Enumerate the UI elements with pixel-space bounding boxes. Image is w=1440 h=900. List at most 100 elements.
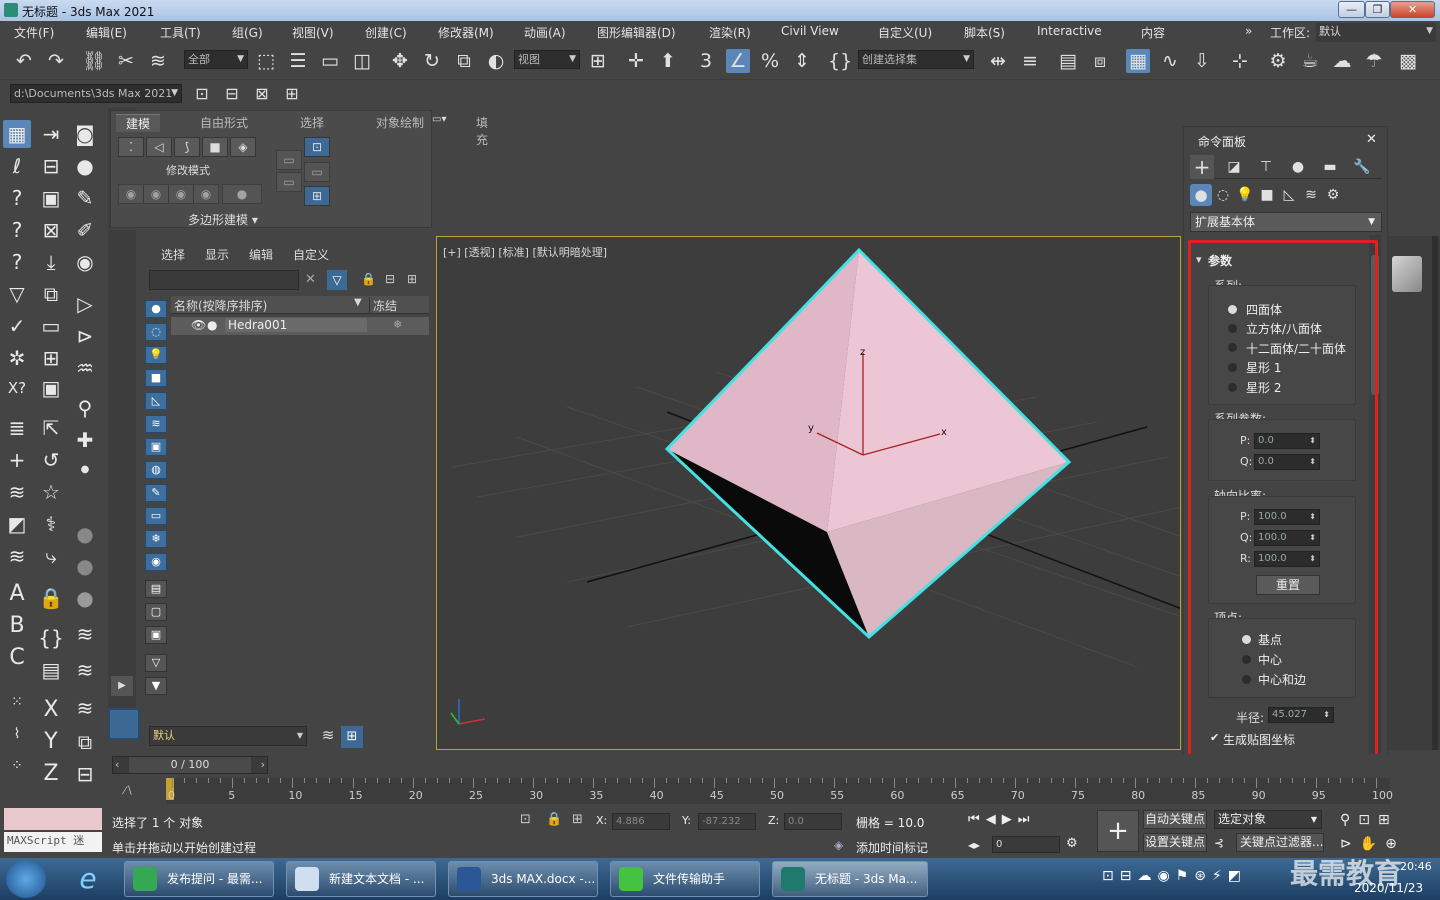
task-item-notepad[interactable]: 新建文本文档 - ...: [286, 861, 436, 897]
isolate-icon[interactable]: ⊡: [520, 812, 531, 827]
funnel-icon[interactable]: ▽: [3, 280, 31, 308]
sort-desc-icon[interactable]: ▼: [354, 297, 362, 308]
filter-geometry-icon[interactable]: ●: [145, 300, 167, 318]
viewport-scrollbar[interactable]: [1432, 236, 1438, 750]
edit-poly-c-icon[interactable]: ⊡: [304, 137, 330, 157]
menu-modifiers[interactable]: 修改器(M): [438, 24, 494, 41]
star-icon[interactable]: ☆: [37, 478, 65, 506]
z-coord-field[interactable]: 0.0: [784, 813, 842, 830]
edit-named-sets-icon[interactable]: {}: [828, 49, 852, 73]
modify-tab-icon[interactable]: ◪: [1222, 155, 1246, 179]
set-project-icon[interactable]: ⊟: [220, 82, 244, 106]
family-option-star2[interactable]: 星形 2: [1246, 379, 1281, 396]
stack-layers-icon[interactable]: ≋: [3, 542, 31, 570]
project-folder-icon[interactable]: ⊡: [190, 82, 214, 106]
layer-sort-icon[interactable]: ⊞: [407, 272, 417, 286]
motion-tab-icon[interactable]: ●: [1286, 155, 1310, 179]
layer-copy-icon[interactable]: ⧉: [71, 728, 99, 756]
filter-funnel-a-icon[interactable]: ▽: [145, 654, 167, 672]
family-radio-dodec-icos[interactable]: [1228, 343, 1237, 352]
layer-stack-icon[interactable]: ⊠: [37, 216, 65, 244]
ref-coord-dropdown[interactable]: 视图 ▼: [514, 50, 580, 69]
rect-selection-icon[interactable]: ▭: [318, 49, 342, 73]
braces-icon[interactable]: {}: [37, 624, 65, 652]
loop-icon[interactable]: ↺: [37, 446, 65, 474]
viewcube[interactable]: [1392, 256, 1422, 292]
maxscript-input[interactable]: MAXScript 迷: [4, 832, 102, 852]
project-browse-icon[interactable]: ⊠: [250, 82, 274, 106]
family-option-tetra[interactable]: 四面体: [1246, 301, 1282, 318]
task-item-word[interactable]: 3ds MAX.docx -...: [448, 861, 598, 897]
task-item-wechat[interactable]: 文件传输助手: [610, 861, 760, 897]
filter-frozen-icon[interactable]: ❄: [145, 530, 167, 548]
text-a-icon[interactable]: A: [3, 580, 31, 608]
vertex-mode-icon[interactable]: ⁚: [118, 137, 144, 157]
menu-overflow-icon[interactable]: »: [1245, 24, 1252, 38]
family-radio-star1[interactable]: [1228, 363, 1237, 372]
dots-a-icon[interactable]: ⁙: [3, 688, 31, 716]
plus-icon[interactable]: ✚: [71, 426, 99, 454]
set-key-button[interactable]: 设置关键点: [1143, 833, 1207, 852]
border-mode-icon[interactable]: ⟆: [174, 137, 200, 157]
placement-icon[interactable]: ◐: [484, 49, 508, 73]
time-slider-thumb[interactable]: 0 / 100: [129, 757, 251, 773]
vertex-radio-center[interactable]: [1242, 655, 1251, 664]
ribbon-tab-populate[interactable]: 填充: [476, 114, 488, 148]
vertex-radio-center-sides[interactable]: [1242, 675, 1251, 684]
layer-add-icon[interactable]: ≋: [71, 620, 99, 648]
time-slider[interactable]: ‹ 0 / 100 ›: [112, 756, 268, 774]
vertex-option-basepoint[interactable]: 基点: [1258, 631, 1282, 648]
info-icon[interactable]: ?: [3, 216, 31, 244]
visibility-eye-icon[interactable]: 👁: [191, 318, 206, 332]
dope-sheet-icon[interactable]: ⇩: [1190, 49, 1214, 73]
explorer-tab-display[interactable]: 显示: [205, 246, 229, 263]
select-box-icon[interactable]: ◩: [3, 510, 31, 538]
sub-op-4-icon[interactable]: ◉: [193, 184, 219, 204]
selection-set-dropdown[interactable]: 创建选择集 ▼: [858, 50, 974, 69]
filter-groups-icon[interactable]: ▣: [145, 438, 167, 456]
perspective-viewport[interactable]: [+] [透视] [标准] [默认明暗处理] z x y: [436, 236, 1181, 750]
layer-hierarchy-icon[interactable]: ⊞: [341, 726, 363, 748]
menu-edit[interactable]: 编辑(E): [86, 24, 127, 41]
ball-icon[interactable]: ●: [71, 584, 99, 612]
rollout-title[interactable]: 参数: [1208, 252, 1232, 269]
menu-views[interactable]: 视图(V): [292, 24, 334, 41]
filter-helpers-icon[interactable]: ◺: [145, 392, 167, 410]
ribbon-tab-freeform[interactable]: 自由形式: [200, 114, 248, 131]
family-radio-tetra[interactable]: [1228, 305, 1237, 314]
ribbon-tab-object-paint[interactable]: 对象绘制: [376, 114, 424, 131]
start-button[interactable]: [6, 860, 46, 898]
x-coord-field[interactable]: 4.886: [612, 813, 670, 830]
render-shortcuts-icon[interactable]: ▩: [1396, 49, 1420, 73]
hierarchy-tab-icon[interactable]: ⊤: [1254, 155, 1278, 179]
utilities-tab-icon[interactable]: 🔧: [1350, 155, 1374, 179]
reset-button[interactable]: 重置: [1256, 575, 1320, 595]
camera-icon[interactable]: ◙: [71, 120, 99, 148]
explorer-tab-customize[interactable]: 自定义: [293, 246, 329, 263]
display-tab-icon[interactable]: ▬: [1318, 155, 1342, 179]
select-object-icon[interactable]: ⬚: [254, 49, 278, 73]
shapes-category-icon[interactable]: ◌: [1212, 184, 1234, 206]
menu-rendering[interactable]: 渲染(R): [709, 24, 751, 41]
layer-edit-icon[interactable]: ≋: [71, 656, 99, 684]
ie-icon[interactable]: e: [70, 862, 106, 896]
filter-shapes-icon[interactable]: ◌: [145, 323, 167, 341]
layer-dropdown[interactable]: 默认 ▼: [149, 726, 307, 746]
film-strip-icon[interactable]: ▤: [37, 656, 65, 684]
rotate-icon[interactable]: ↻: [420, 49, 444, 73]
selection-filter-dropdown[interactable]: 全部 ▼: [184, 50, 248, 69]
poly-modeling-label[interactable]: 多边形建模 ▾: [188, 211, 258, 228]
menu-civil-view[interactable]: Civil View: [781, 24, 839, 38]
workspace-dropdown[interactable]: 默认 ▼: [1316, 23, 1436, 42]
lock-icon[interactable]: 🔒: [37, 584, 65, 612]
axis-p-spinner[interactable]: 100.0 ⬍: [1254, 509, 1320, 525]
align-icon[interactable]: ≡: [1018, 49, 1042, 73]
table-icon[interactable]: ⊟: [37, 152, 65, 180]
pivot-center-icon[interactable]: ⊞: [586, 49, 610, 73]
query-icon[interactable]: ?: [3, 248, 31, 276]
gen-mapping-checkbox[interactable]: ✔: [1210, 731, 1219, 744]
cursor-icon[interactable]: ⇱: [37, 414, 65, 442]
shape-icon[interactable]: ●: [71, 152, 99, 180]
explorer-search-input[interactable]: [149, 270, 299, 290]
pin-icon[interactable]: ✎: [71, 184, 99, 212]
